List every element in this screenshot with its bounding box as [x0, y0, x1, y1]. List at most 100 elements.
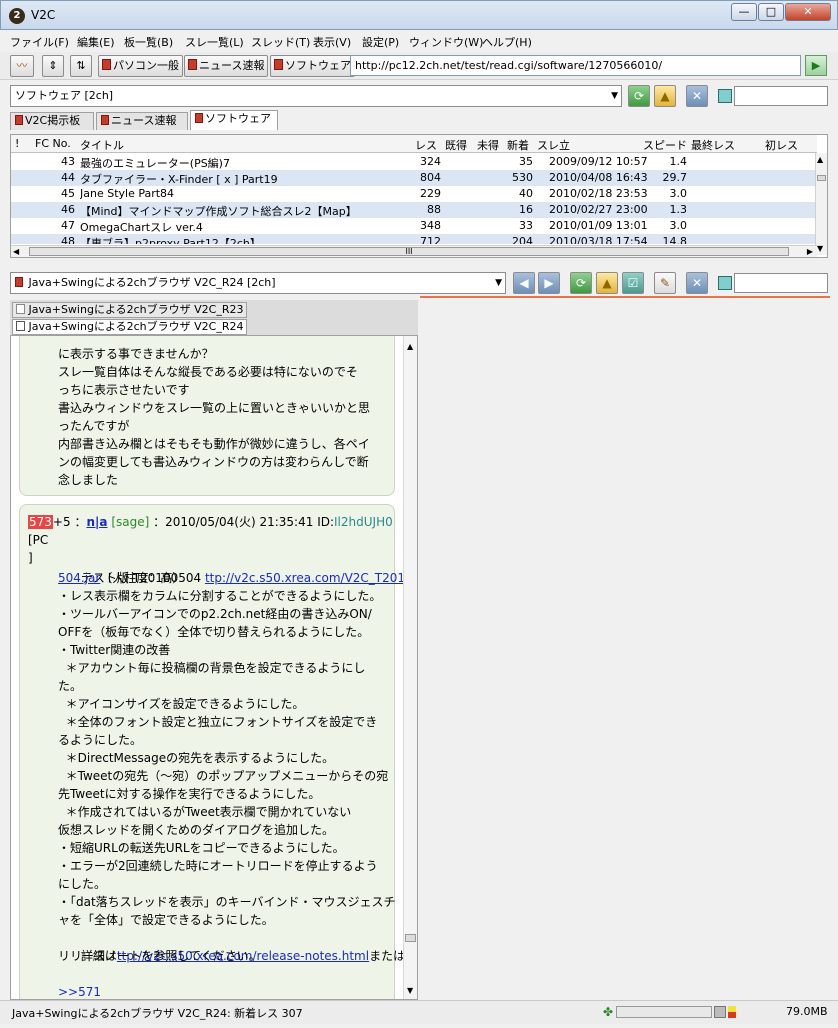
- post-line: ＊全体のフォント設定と独立にフォントサイズを設定でき: [58, 715, 378, 729]
- col-flag[interactable]: !: [15, 137, 19, 150]
- post-line: ンの幅変更しても書込みウィンドウの方は変わらんしで断: [58, 455, 369, 469]
- scroll-thumb[interactable]: [405, 934, 416, 942]
- status-text: Java+Swingによる2chブラウザ V2C_R24: 新着レス 307: [12, 1007, 303, 1020]
- table-row[interactable]: 45 Jane Style Part84 229 40 2010/02/18 2…: [11, 186, 817, 202]
- scroll-up-icon[interactable]: ▲: [817, 155, 823, 164]
- menu-thread-list[interactable]: スレ一覧(L): [185, 34, 244, 50]
- scroll-down-icon[interactable]: ▼: [407, 986, 413, 995]
- thread-icon: [16, 304, 25, 314]
- col-fc-no[interactable]: FC No.: [35, 137, 71, 150]
- post-line: 504.jar（人柱度：高）: [58, 571, 185, 585]
- menu-view[interactable]: 表示(V): [313, 34, 351, 50]
- post-line: ったんですが: [58, 419, 130, 433]
- thread-list-hscrollbar[interactable]: ◀ III ▶: [11, 245, 817, 257]
- close-icon[interactable]: ✕: [686, 272, 708, 294]
- back-icon[interactable]: ◀: [513, 272, 535, 294]
- url-field[interactable]: http://pc12.2ch.net/test/read.cgi/softwa…: [350, 55, 801, 76]
- post-line: 内部書き込み欄とはそもそも動作が微妙に違うし、各ペイ: [58, 437, 370, 451]
- post-line: ＊アカウント毎に投稿欄の背景色を設定できるようにし: [58, 661, 366, 675]
- poster-name[interactable]: n|a: [86, 515, 107, 529]
- menu-edit[interactable]: 編集(E): [77, 34, 115, 50]
- board-icon: [15, 277, 23, 287]
- col-got[interactable]: 既得: [445, 137, 467, 153]
- scroll-left-icon[interactable]: ◀: [13, 247, 19, 256]
- scroll-up-icon[interactable]: ▲: [407, 342, 413, 351]
- connection-icon: ✤: [603, 1005, 614, 1019]
- tab-software[interactable]: ソフトウェア: [190, 110, 278, 130]
- thread-selector[interactable]: Java+Swingによる2chブラウザ V2C_R24 [2ch] ▼: [10, 272, 506, 294]
- board-selector[interactable]: ソフトウェア [2ch] ▼: [10, 85, 622, 107]
- post-line: るようにした。: [58, 733, 143, 747]
- table-row[interactable]: 46 【Mind】マインドマップ作成ソフト総合スレ2【Map】 88 16 20…: [11, 202, 817, 218]
- post-line: ・短縮URLの転送先URLをコピーできるようにした。: [58, 841, 345, 855]
- col-last-res[interactable]: 最終レス: [691, 137, 735, 153]
- post-line: た。: [58, 679, 83, 693]
- table-row[interactable]: 44 タブファイラー・X-Finder [ x ] Part19 804 530…: [11, 170, 817, 186]
- board-button-pc[interactable]: パソコン一般: [98, 55, 183, 77]
- menu-window[interactable]: ウィンドウ(W): [409, 34, 483, 50]
- col-res[interactable]: レス: [415, 137, 437, 153]
- app-icon: 2: [9, 8, 25, 24]
- thread-search-input[interactable]: [734, 273, 828, 293]
- chart-icon[interactable]: 〰: [10, 55, 34, 77]
- up-arrow-icon[interactable]: ▲: [654, 85, 676, 107]
- go-arrow-icon[interactable]: ▶: [805, 55, 827, 76]
- menu-help[interactable]: ヘルプ(H): [482, 34, 532, 50]
- post-date: ：2010/05/04(火) 21:35:41: [153, 515, 314, 529]
- menu-thread[interactable]: スレッド(T): [251, 34, 310, 50]
- refresh-icon[interactable]: ⟳: [628, 85, 650, 107]
- thread-vscrollbar[interactable]: ▲ ▼: [403, 336, 417, 999]
- close-icon[interactable]: ✕: [686, 85, 708, 107]
- maximize-button[interactable]: □: [758, 3, 784, 21]
- table-row[interactable]: 43 最強のエミュレーター(PS編)7 324 35 2009/09/12 10…: [11, 154, 817, 170]
- up-arrow-icon[interactable]: ▲: [596, 272, 618, 294]
- table-row[interactable]: 48 【専ブラ】p2proxy Part12【2ch】 712 204 2010…: [11, 234, 817, 244]
- post-link[interactable]: ttp://v2c.s50.xrea.com/V2C_T20100: [205, 571, 417, 585]
- menu-settings[interactable]: 設定(P): [362, 34, 399, 50]
- res-number[interactable]: 573: [28, 515, 53, 529]
- tab-v2c-board[interactable]: V2C掲示板: [10, 112, 94, 130]
- stop-icon[interactable]: [714, 1006, 726, 1018]
- post-line: ＊DirectMessageの宛先を表示するようにした。: [58, 751, 335, 765]
- post-line: 先Tweetに対する操作を実行できるようにした。: [58, 787, 321, 801]
- col-created[interactable]: スレ立: [537, 137, 570, 153]
- search-icon: [718, 276, 732, 290]
- reply-anchor[interactable]: >>571: [58, 983, 101, 999]
- expand-icon[interactable]: ⇕: [42, 55, 64, 77]
- reply-count[interactable]: +5: [53, 515, 71, 529]
- scroll-thumb[interactable]: [817, 175, 826, 181]
- post-line: にした。: [58, 877, 107, 891]
- thread-list-vscrollbar[interactable]: ▲ ▼: [815, 153, 827, 255]
- scroll-right-icon[interactable]: ▶: [807, 247, 813, 256]
- col-new[interactable]: 新着: [507, 137, 529, 153]
- menu-file[interactable]: ファイル(F): [10, 34, 69, 50]
- refresh-icon[interactable]: ⟳: [570, 272, 592, 294]
- tab-news[interactable]: ニュース速報: [96, 112, 188, 130]
- post-link[interactable]: 504.jar: [58, 571, 100, 585]
- post-line: ・「dat落ちスレッドを表示」のキーバインド・マウスジェスチ: [58, 895, 396, 909]
- scroll-down-icon[interactable]: ▼: [817, 244, 823, 253]
- col-speed[interactable]: スピード: [643, 137, 687, 153]
- checkbox-icon[interactable]: ☑: [622, 272, 644, 294]
- close-button[interactable]: ✕: [785, 3, 831, 21]
- forward-icon[interactable]: ▶: [538, 272, 560, 294]
- board-button-news[interactable]: ニュース速報: [184, 55, 269, 77]
- updown-icon[interactable]: ⇅: [70, 55, 92, 77]
- post: 573+5 ：n|a [sage] ：2010/05/04(火) 21:35:4…: [19, 504, 417, 999]
- board-button-software[interactable]: ソフトウェア: [270, 55, 355, 77]
- menu-board-list[interactable]: 板一覧(B): [124, 34, 173, 50]
- col-title[interactable]: タイトル: [80, 137, 124, 153]
- board-search-input[interactable]: [734, 86, 828, 106]
- board-tabs: V2C掲示板 ニュース速報 ソフトウェア: [10, 110, 828, 130]
- tab-thread-r23[interactable]: Java+Swingによる2chブラウザ V2C_R23: [12, 302, 248, 318]
- post-line: ャを「全体」で設定できるようにした。: [58, 913, 274, 927]
- col-first-res[interactable]: 初レス: [765, 137, 798, 153]
- scroll-thumb[interactable]: III: [29, 247, 789, 256]
- chevron-down-icon: ▼: [611, 91, 618, 101]
- tab-thread-r24[interactable]: Java+Swingによる2chブラウザ V2C_R24: [12, 319, 248, 335]
- write-icon[interactable]: ✎: [654, 272, 676, 294]
- minimize-button[interactable]: —: [731, 3, 757, 21]
- poster-id[interactable]: Il2hdUJH0: [334, 515, 393, 529]
- col-unread[interactable]: 未得: [477, 137, 499, 153]
- table-row[interactable]: 47 OmegaChartスレ ver.4 348 33 2010/01/09 …: [11, 218, 817, 234]
